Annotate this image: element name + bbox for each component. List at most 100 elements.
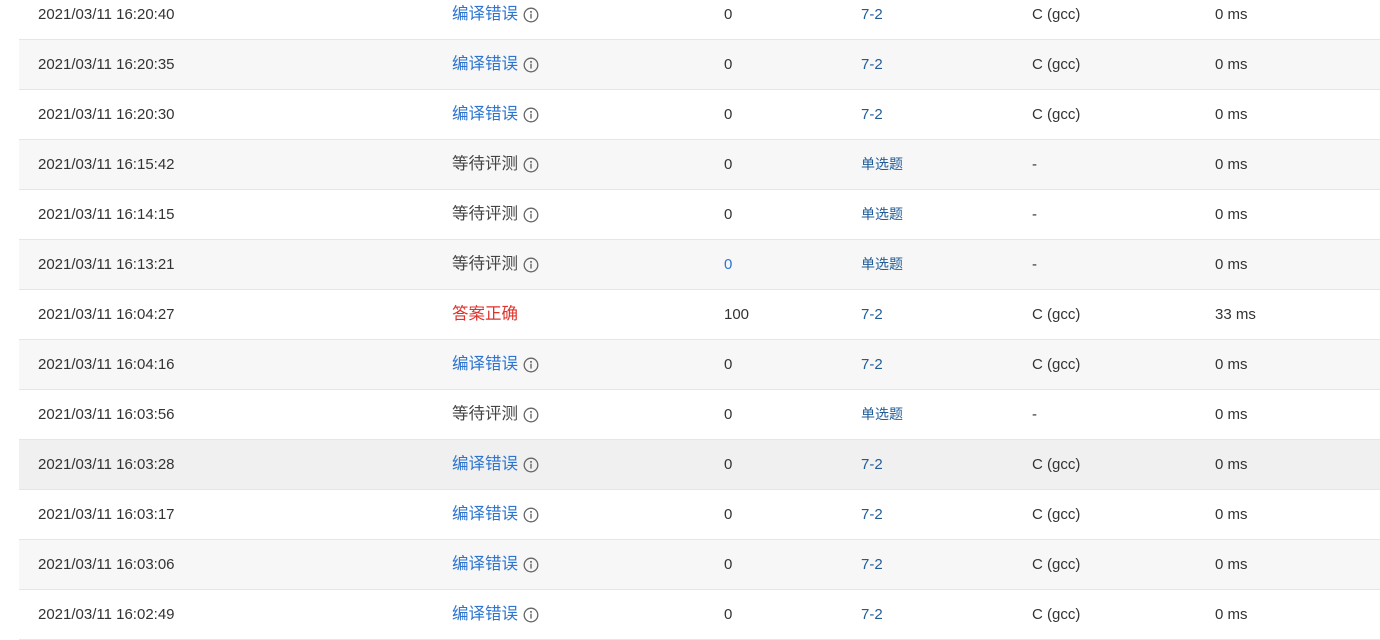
- info-icon[interactable]: [523, 607, 539, 623]
- compiler: C (gcc): [1032, 306, 1081, 323]
- compiler: C (gcc): [1032, 506, 1081, 523]
- problem-link[interactable]: 7-2: [861, 290, 883, 339]
- problem-link[interactable]: 7-2: [861, 90, 883, 139]
- status-cell: 等待评测: [452, 240, 539, 289]
- status-label[interactable]: 等待评测: [452, 240, 518, 289]
- problem-link[interactable]: 单选题: [861, 390, 903, 439]
- status-label[interactable]: 编译错误: [452, 340, 518, 389]
- compiler: C (gcc): [1032, 56, 1081, 73]
- problem-link[interactable]: 7-2: [861, 590, 883, 639]
- info-icon[interactable]: [523, 357, 539, 373]
- info-icon[interactable]: [523, 57, 539, 73]
- table-row: 2021/03/11 16:14:15 等待评测 0 单选题 - 0 ms: [19, 190, 1380, 240]
- status-cell: 等待评测: [452, 140, 539, 189]
- time-used: 0 ms: [1215, 406, 1248, 423]
- status-label[interactable]: 等待评测: [452, 140, 518, 189]
- time-used: 33 ms: [1215, 306, 1256, 323]
- submit-time: 2021/03/11 16:02:49: [38, 606, 175, 623]
- status-cell: 等待评测: [452, 190, 539, 239]
- info-icon[interactable]: [523, 7, 539, 23]
- status-label[interactable]: 编译错误: [452, 440, 518, 489]
- time-used: 0 ms: [1215, 456, 1248, 473]
- table-row: 2021/03/11 16:03:28 编译错误 0 7-2 C (gcc) 0…: [19, 440, 1380, 490]
- table-row: 2021/03/11 16:13:21 等待评测 0 单选题 - 0 ms: [19, 240, 1380, 290]
- problem-link[interactable]: 单选题: [861, 240, 903, 289]
- score: 100: [724, 306, 750, 323]
- time-used: 0 ms: [1215, 606, 1248, 623]
- status-label[interactable]: 编译错误: [452, 40, 518, 89]
- status-label[interactable]: 答案正确: [452, 290, 518, 339]
- compiler: C (gcc): [1032, 6, 1081, 23]
- info-icon[interactable]: [523, 457, 539, 473]
- table-row: 2021/03/11 16:20:40 编译错误 0 7-2 C (gcc) 0…: [19, 0, 1380, 40]
- score: 0: [724, 106, 733, 123]
- time-used: 0 ms: [1215, 256, 1248, 273]
- table-row: 2021/03/11 16:03:56 等待评测 0 单选题 - 0 ms: [19, 390, 1380, 440]
- submit-time: 2021/03/11 16:04:16: [38, 356, 175, 373]
- compiler: -: [1032, 206, 1037, 223]
- info-icon[interactable]: [523, 407, 539, 423]
- compiler: C (gcc): [1032, 606, 1081, 623]
- problem-link[interactable]: 7-2: [861, 0, 883, 39]
- status-cell: 编译错误: [452, 440, 539, 489]
- info-icon[interactable]: [523, 257, 539, 273]
- time-used: 0 ms: [1215, 506, 1248, 523]
- status-label[interactable]: 编译错误: [452, 540, 518, 589]
- score: 0: [724, 56, 733, 73]
- table-row: 2021/03/11 16:04:16 编译错误 0 7-2 C (gcc) 0…: [19, 340, 1380, 390]
- score: 0: [724, 506, 733, 523]
- problem-link[interactable]: 7-2: [861, 340, 883, 389]
- problem-link[interactable]: 7-2: [861, 540, 883, 589]
- score: 0: [724, 456, 733, 473]
- score: 0: [724, 156, 733, 173]
- status-cell: 等待评测: [452, 390, 539, 439]
- info-icon[interactable]: [523, 557, 539, 573]
- time-used: 0 ms: [1215, 6, 1248, 23]
- problem-link[interactable]: 单选题: [861, 190, 903, 239]
- time-used: 0 ms: [1215, 106, 1248, 123]
- time-used: 0 ms: [1215, 206, 1248, 223]
- compiler: -: [1032, 156, 1037, 173]
- status-label[interactable]: 等待评测: [452, 190, 518, 239]
- table-row: 2021/03/11 16:15:42 等待评测 0 单选题 - 0 ms: [19, 140, 1380, 190]
- status-cell: 编译错误: [452, 590, 539, 639]
- status-label[interactable]: 编译错误: [452, 0, 518, 39]
- status-cell: 编译错误: [452, 90, 539, 139]
- table-row: 2021/03/11 16:20:35 编译错误 0 7-2 C (gcc) 0…: [19, 40, 1380, 90]
- info-icon[interactable]: [523, 157, 539, 173]
- problem-link[interactable]: 单选题: [861, 140, 903, 189]
- status-cell: 编译错误: [452, 490, 539, 539]
- problem-link[interactable]: 7-2: [861, 490, 883, 539]
- submit-time: 2021/03/11 16:03:17: [38, 506, 175, 523]
- status-label[interactable]: 编译错误: [452, 590, 518, 639]
- submissions-table: 2021/03/11 16:20:40 编译错误 0 7-2 C (gcc) 0…: [19, 0, 1380, 640]
- table-row: 2021/03/11 16:20:30 编译错误 0 7-2 C (gcc) 0…: [19, 90, 1380, 140]
- info-icon[interactable]: [523, 107, 539, 123]
- table-row: 2021/03/11 16:02:49 编译错误 0 7-2 C (gcc) 0…: [19, 590, 1380, 640]
- score: 0: [724, 556, 733, 573]
- table-row: 2021/03/11 16:03:06 编译错误 0 7-2 C (gcc) 0…: [19, 540, 1380, 590]
- status-label[interactable]: 等待评测: [452, 390, 518, 439]
- compiler: -: [1032, 406, 1037, 423]
- problem-link[interactable]: 7-2: [861, 40, 883, 89]
- score: 0: [724, 606, 733, 623]
- submit-time: 2021/03/11 16:14:15: [38, 206, 175, 223]
- score[interactable]: 0: [724, 240, 732, 289]
- submit-time: 2021/03/11 16:15:42: [38, 156, 175, 173]
- status-cell: 答案正确: [452, 290, 518, 339]
- score: 0: [724, 6, 733, 23]
- status-label[interactable]: 编译错误: [452, 490, 518, 539]
- status-cell: 编译错误: [452, 540, 539, 589]
- submit-time: 2021/03/11 16:03:56: [38, 406, 175, 423]
- info-icon[interactable]: [523, 507, 539, 523]
- submit-time: 2021/03/11 16:04:27: [38, 306, 175, 323]
- submit-time: 2021/03/11 16:03:28: [38, 456, 175, 473]
- score: 0: [724, 206, 733, 223]
- compiler: C (gcc): [1032, 356, 1081, 373]
- info-icon[interactable]: [523, 207, 539, 223]
- status-label[interactable]: 编译错误: [452, 90, 518, 139]
- problem-link[interactable]: 7-2: [861, 440, 883, 489]
- status-cell: 编译错误: [452, 340, 539, 389]
- compiler: C (gcc): [1032, 456, 1081, 473]
- time-used: 0 ms: [1215, 56, 1248, 73]
